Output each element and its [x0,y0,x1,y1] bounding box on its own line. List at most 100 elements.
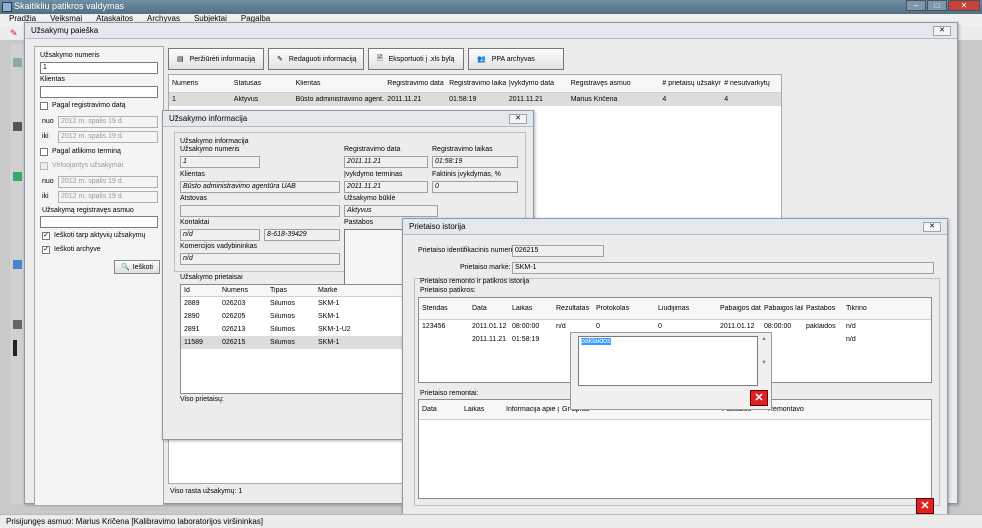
order-no-field[interactable]: 1 [180,156,260,168]
date-to-picker[interactable]: 2012 m. spalis 19 d. [58,131,158,143]
device-id-field[interactable]: 026215 [512,245,604,257]
column-header[interactable]: Informacija apie gedimą [503,406,559,413]
column-header[interactable]: Registravęs asmuo [568,80,660,87]
table-cell: 026203 [222,300,246,307]
table-cell: 2011.11.21 [387,96,422,103]
status-bar: Prisijungęs asmuo: Marius Kričena [Kalib… [0,514,982,528]
device-id-label: Prietaiso identifikacinis numeris: [418,247,518,254]
client-label: Klientas [40,76,65,83]
search-window-title: Užsakymų paieška ✕ [25,23,957,39]
search-window-close-button[interactable]: ✕ [933,26,951,36]
column-header[interactable]: Numeris [219,287,267,294]
column-header[interactable]: Statusas [231,80,293,87]
table-row[interactable]: 2890 026205 Šilumos SKM-1 [181,310,403,323]
table-row[interactable]: 11589 026215 Šilumos SKM-1 [181,336,403,349]
column-header[interactable]: Numeris [169,80,231,87]
rep-field[interactable] [180,205,340,217]
reg-date-label: Registravimo data [344,146,401,153]
column-header[interactable]: Stendas [419,305,469,312]
history-close-button[interactable]: ✕ [923,222,941,232]
column-header[interactable]: Registravimo laikas [446,80,506,87]
column-header[interactable]: Įvykdymo data [506,80,568,87]
column-header[interactable]: Laikas [461,406,503,413]
to-label: iki [42,133,49,140]
actual-field[interactable]: 0 [432,181,518,193]
active-orders-checkbox[interactable]: ✓ [42,232,50,240]
table-cell: n/d [846,323,856,330]
deadline-field[interactable]: 2011.11.21 [344,181,428,193]
order-number-input[interactable]: 1 [40,62,158,74]
table-cell: 2890 [184,313,200,320]
table-row[interactable]: 2889 026203 Šilumos SKM-1 [181,297,403,310]
column-header[interactable]: Pastabos [803,305,843,312]
orders-table-header: Numeris Statusas Klientas Registravimo data… [169,75,781,93]
column-header[interactable]: # nesutvarkytų [721,80,781,87]
contact-field-2[interactable]: 8-618-39429 [264,229,340,241]
client-info-field[interactable]: Būsto administravimo agentūra UAB [180,181,340,193]
order-group-label: Užsakymo informacija [180,138,249,145]
column-header[interactable]: Pabaigos laikas [761,305,803,312]
client-input[interactable] [40,86,158,98]
side-tool-icon[interactable] [13,122,22,131]
late-orders-checkbox[interactable] [40,162,48,170]
table-row[interactable]: 1 Aktyvus Būsto administravimo agent... 201… [169,93,781,106]
table-cell: 2891 [184,326,200,333]
side-tool-icon[interactable] [13,340,17,356]
search-button[interactable]: 🔍 Ieškoti [114,260,160,274]
notes-popup-text[interactable]: paklaidos [578,336,758,386]
by-reg-date-checkbox[interactable] [40,102,48,110]
ppa-archive-button[interactable]: 👥 PPA archyvas [468,48,564,70]
column-header[interactable]: Pabaigos data [717,305,761,312]
table-cell: 4 [724,96,729,103]
close-button[interactable]: ✕ [948,0,980,11]
column-header[interactable]: Klientas [293,80,385,87]
reg-time-field[interactable]: 01:58:19 [432,156,518,168]
column-header[interactable]: Data [469,305,509,312]
manager-label: Komercijos vadybininkas [180,243,258,250]
export-xls-label: Eksportuoti į .xls bylą [388,55,455,63]
deadline-from-picker[interactable]: 2012 m. spalis 19 d. [58,176,158,188]
export-xls-button[interactable]: 🗎 Eksportuoti į .xls bylą [368,48,464,70]
side-tool-icon[interactable] [13,172,22,181]
contact-field-1[interactable]: n/d [180,229,260,241]
manager-field[interactable]: n/d [180,253,340,265]
by-deadline-checkbox[interactable] [40,148,48,156]
column-header[interactable]: Markė [315,287,379,294]
reg-date-field[interactable]: 2011.11.21 [344,156,428,168]
side-tool-icon[interactable] [13,58,22,67]
column-header[interactable]: Laikas [509,305,553,312]
date-from-picker[interactable]: 2012 m. spalis 19 d. [58,116,158,128]
table-cell: 0 [658,323,662,330]
deadline-from-value: 2012 m. spalis 19 d. [61,178,124,185]
edit-info-button[interactable]: ✎ Redaguoti informaciją [268,48,364,70]
history-cancel-button[interactable]: ✕ [916,498,934,514]
table-row[interactable]: 2891 026213 Šilumos SKM-1-U2 [181,323,403,336]
order-info-close-button[interactable]: ✕ [509,114,527,124]
notes-popup-scrollbar[interactable]: ▲ ▼ [760,336,768,386]
column-header[interactable]: Tipas [267,287,315,294]
view-info-button[interactable]: ▤ Peržiūrėti informaciją [168,48,264,70]
minimize-button[interactable]: – [906,0,926,11]
registrar-input[interactable] [40,216,158,228]
column-header[interactable]: Tikrino [843,305,883,312]
notes-popup-close-button[interactable]: ✕ [750,390,768,406]
column-header[interactable]: Liudijimas [655,305,717,312]
repairs-table: DataLaikasInformacija apie gedimąGr apra… [418,399,932,499]
column-header[interactable]: Data [419,406,461,413]
state-field[interactable]: Aktyvus [344,205,438,217]
tool-icon[interactable]: ✎ [10,28,20,38]
column-header[interactable]: Rezultatas [553,305,593,312]
notes-popup-selected-text: paklaidos [581,338,611,345]
side-tool-icon[interactable] [13,320,22,329]
notes-field[interactable] [344,229,404,289]
column-header[interactable]: Remontavo [765,406,825,413]
column-header[interactable]: # prietaisų užsakyme [659,80,721,87]
archive-checkbox[interactable]: ✓ [42,246,50,254]
column-header[interactable]: Protokolas [593,305,655,312]
maximize-button[interactable]: □ [927,0,947,11]
column-header[interactable]: Registravimo data [384,80,446,87]
column-header[interactable]: Id [181,287,219,294]
side-tool-icon[interactable] [13,260,22,269]
deadline-to-picker[interactable]: 2012 m. spalis 19 d. [58,191,158,203]
device-brand-field[interactable]: SKM-1 [512,262,934,274]
